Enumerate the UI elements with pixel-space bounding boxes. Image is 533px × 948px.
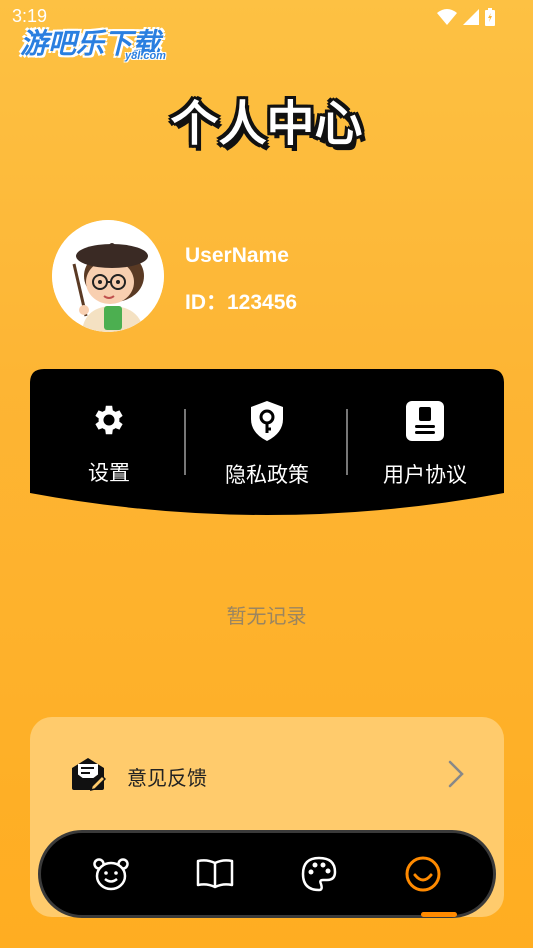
page-title: 个人中心 — [170, 96, 363, 152]
privacy-policy-label: 隐私政策 — [225, 463, 309, 487]
user-id: ID：123456 — [185, 291, 298, 314]
user-agreement-button[interactable]: 用户协议 — [346, 369, 504, 499]
palette-icon — [301, 856, 337, 892]
battery-icon — [485, 8, 495, 26]
avatar-illustration — [52, 220, 164, 332]
smile-icon — [405, 856, 441, 892]
bear-icon — [93, 858, 129, 891]
active-tab-indicator — [421, 912, 457, 917]
feedback-button[interactable]: 意见反馈 — [30, 740, 504, 810]
menu-divider — [184, 409, 186, 475]
avatar[interactable] — [52, 220, 164, 332]
watermark-logo: 游吧乐下载 y8l.com — [20, 22, 166, 62]
bottom-tab-bar — [38, 830, 496, 918]
feedback-label: 意见反馈 — [127, 766, 207, 790]
signal-icon — [463, 9, 479, 25]
chevron-right-icon — [448, 760, 464, 788]
menu-card: 设置 隐私政策 用户协议 — [30, 369, 504, 499]
tab-palette[interactable] — [289, 844, 349, 904]
tab-home[interactable] — [81, 844, 141, 904]
mail-edit-icon — [72, 758, 106, 792]
status-icons — [437, 8, 495, 26]
contact-card-icon — [406, 401, 444, 441]
empty-state-text: 暂无记录 — [226, 604, 307, 628]
settings-button[interactable]: 设置 — [30, 369, 188, 499]
wifi-icon — [437, 9, 457, 25]
tab-profile[interactable] — [393, 844, 453, 904]
gear-icon — [95, 405, 123, 435]
username: UserName — [185, 244, 289, 267]
menu-divider — [346, 409, 348, 475]
book-icon — [196, 859, 234, 889]
privacy-policy-button[interactable]: 隐私政策 — [188, 369, 346, 499]
settings-label: 设置 — [88, 461, 130, 485]
tab-book[interactable] — [185, 844, 245, 904]
watermark-subtitle: y8l.com — [125, 50, 166, 62]
shield-key-icon — [251, 401, 283, 441]
user-agreement-label: 用户协议 — [383, 463, 467, 487]
